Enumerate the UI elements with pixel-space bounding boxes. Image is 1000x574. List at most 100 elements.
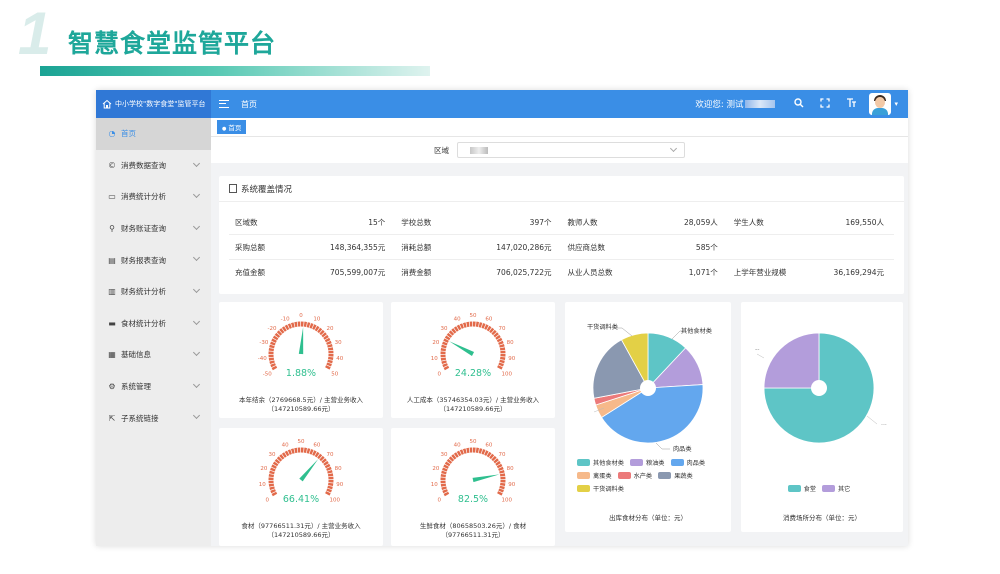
gauge-arc-segment <box>279 454 285 460</box>
gauge-caption-line2: （147210589.66元） <box>439 405 507 413</box>
gauge-tick-label: 20 <box>326 326 333 332</box>
gauge-tick-label: 40 <box>282 442 289 448</box>
gauge-arc-segment <box>443 491 450 497</box>
pie-hole <box>640 380 656 396</box>
fullscreen-icon[interactable] <box>819 97 831 111</box>
legend-item[interactable]: 水产类 <box>617 471 652 480</box>
gauge-arc-segment <box>319 455 325 462</box>
gauge-arc-segment <box>446 332 453 338</box>
legend-item[interactable]: 禽蛋类 <box>577 471 612 480</box>
gauge-arc-segment <box>271 338 277 343</box>
gauge-arc-segment <box>493 332 499 338</box>
sidebar: ◔ 首页 © 消费数据查询 ▭ 消费统计分析 ⚲ 财务账证查询 ▤ 财务报表查询 ▥ 财务统计分析 ▬ 食… <box>96 118 211 546</box>
gauge-needle <box>298 327 304 355</box>
grid-icon: ▦ <box>108 350 116 360</box>
sidebar-item-label: 首页 <box>121 129 136 139</box>
gauge-chart: 0 10 20 30 40 50 60 70 80 90 100 82.5% <box>431 439 516 505</box>
bar-chart-icon: ▥ <box>108 287 116 297</box>
stat-cell: 区域数 15个 <box>229 217 395 228</box>
gauge-arc-segment <box>491 455 497 462</box>
sidebar-item-9[interactable]: ⇱ 子系统链接 <box>96 402 211 434</box>
pie-legend: 其他食材类 粮油类 肉品类禽蛋类 水产类 果蔬类干货调料类 <box>577 458 727 497</box>
pie-outer-label: 干货调料类 <box>587 324 618 331</box>
chevron-down-icon[interactable]: ▾ <box>894 100 898 108</box>
legend-item[interactable]: 其他食材类 <box>577 458 624 467</box>
sidebar-item-4[interactable]: ▤ 财务报表查询 <box>96 244 211 276</box>
gauge-arc-segment <box>325 491 331 496</box>
gauge-arc-segment <box>281 452 287 458</box>
gauge-arc-segment <box>269 360 275 365</box>
gauge-tick-label: 80 <box>507 340 514 346</box>
gauge-arc-segment <box>306 322 311 328</box>
legend-item[interactable]: 粮油类 <box>629 458 665 467</box>
gauge-arc-segment <box>271 365 278 371</box>
top-home-link[interactable]: 首页 <box>241 99 257 110</box>
sidebar-item-7[interactable]: ▦ 基础信息 <box>96 339 211 371</box>
legend-item[interactable]: 干货调料类 <box>577 484 624 493</box>
gauge-arc-segment <box>306 448 311 454</box>
gauge-arc-segment <box>287 323 292 329</box>
legend-label: 果蔬类 <box>674 473 693 480</box>
gauge-chart: -50 -40 -30 -20 -10 0 10 20 30 40 50 1.88% <box>258 313 344 379</box>
gauge-arc-segment <box>495 334 501 340</box>
gauge-tick-label: 70 <box>326 452 333 458</box>
gauge-tick-label: 70 <box>498 326 505 332</box>
gauge-tick-label: 0 <box>437 498 441 504</box>
gauge-arc-segment <box>498 466 504 471</box>
stat-cell: 教师人数 28,059人 <box>562 217 728 228</box>
stat-value: 148,364,355元 <box>330 242 386 252</box>
pie-outer-label: 肉品类 <box>673 446 692 453</box>
sidebar-item-3[interactable]: ⚲ 财务账证查询 <box>96 213 211 245</box>
gauge-tick-label: 60 <box>485 442 492 448</box>
gauge-arc-segment <box>497 365 503 370</box>
gauge-arc-segment <box>442 467 448 472</box>
document-icon: ▤ <box>108 255 116 265</box>
font-size-icon[interactable] <box>845 97 857 111</box>
chevron-down-icon <box>192 285 201 294</box>
gauge-arc-segment <box>496 337 503 343</box>
search-icon[interactable] <box>793 97 805 111</box>
coverage-panel: 系统覆盖情况 区域数 15个 学校总数 397个 教师人数 28,059人 学生人数 169,… <box>219 176 904 294</box>
tab-home[interactable]: 首页 <box>217 120 247 134</box>
gauge-arc-segment <box>441 360 447 365</box>
gauge-arc-segment <box>290 322 295 328</box>
gauge-arc-segment <box>319 329 325 336</box>
region-select[interactable] <box>457 142 685 158</box>
gauge-caption-line2: （147210589.66元） <box>267 531 335 539</box>
gauge-arc-segment <box>489 327 495 334</box>
gauge-arc-segment <box>448 330 455 336</box>
legend-swatch <box>617 472 631 479</box>
gauge-tick-label: 60 <box>485 316 492 322</box>
gauge-tick-label: -10 <box>281 316 290 322</box>
chevron-down-icon <box>669 144 678 153</box>
stat-cell: 供应商总数 585个 <box>562 242 728 253</box>
pie-legend: 食堂 其它 <box>741 484 903 497</box>
gauge-value: 24.28% <box>455 368 491 379</box>
legend-item[interactable]: 其它 <box>822 484 850 493</box>
legend-item[interactable]: 食堂 <box>787 484 816 493</box>
pie-title: 消费场所分布（单位：元） <box>783 514 861 522</box>
pie-slice[interactable] <box>763 332 820 389</box>
gauge-arc-segment <box>456 450 462 457</box>
gauge-tick-label: 30 <box>441 452 448 458</box>
legend-swatch <box>577 472 590 479</box>
sidebar-item-5[interactable]: ▥ 财务统计分析 <box>96 276 211 308</box>
sidebar-item-6[interactable]: ▬ 食材统计分析 <box>96 308 211 340</box>
gauge-arc-segment <box>326 488 332 493</box>
legend-item[interactable]: 果蔬类 <box>658 471 693 480</box>
sidebar-item-8[interactable]: ⚙ 系统管理 <box>96 371 211 403</box>
gauge-tick-label: 50 <box>470 439 477 445</box>
sidebar-item-0[interactable]: ◔ 首页 <box>96 118 211 150</box>
sidebar-item-1[interactable]: © 消费数据查询 <box>96 150 211 182</box>
gauge-arc-segment <box>495 460 501 466</box>
stat-row: 充值金额 705,599,007元 消费金额 706,025,722元 从业人员总数 1,… <box>229 260 894 285</box>
stat-cell: 采购总额 148,364,355元 <box>229 242 395 253</box>
avatar[interactable] <box>869 93 892 115</box>
menu-toggle-icon[interactable] <box>219 100 229 108</box>
gauge-value: 66.41% <box>283 494 319 505</box>
brand[interactable]: 中小学校"数字食堂"监管平台 <box>96 90 211 118</box>
gauge-arc-segment <box>448 456 455 462</box>
slide-number: 1 <box>18 0 52 67</box>
legend-item[interactable]: 肉品类 <box>670 458 705 467</box>
sidebar-item-2[interactable]: ▭ 消费统计分析 <box>96 181 211 213</box>
